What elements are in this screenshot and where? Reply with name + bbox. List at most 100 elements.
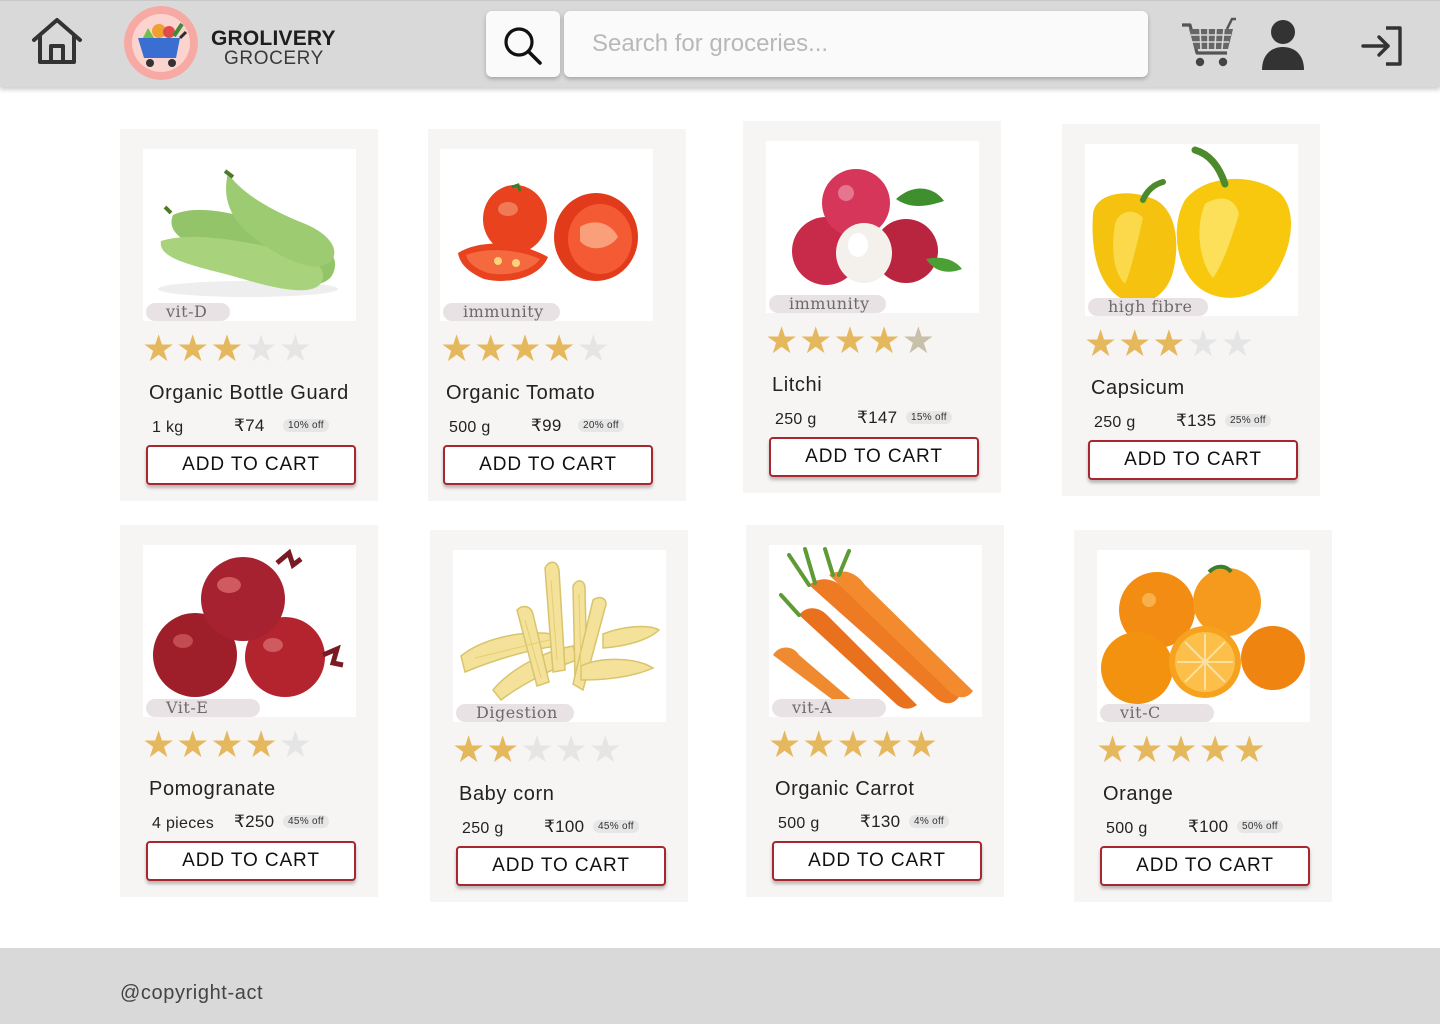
star-icon: ★	[278, 327, 312, 370]
rating-stars: ★ ★ ★ ★ ★	[768, 726, 938, 764]
rating-stars: ★ ★ ★ ★ ★	[1096, 731, 1266, 769]
home-icon	[32, 18, 82, 64]
user-account-button[interactable]	[1260, 19, 1306, 71]
add-to-cart-button[interactable]: ADD TO CART	[1088, 440, 1298, 480]
pomegranate-icon	[153, 548, 344, 697]
add-to-cart-button[interactable]: ADD TO CART	[1100, 846, 1310, 886]
star-icon: ★	[1118, 322, 1152, 365]
capsicum-icon	[1092, 146, 1292, 303]
star-icon: ★	[901, 319, 935, 362]
add-to-cart-button[interactable]: ADD TO CART	[146, 841, 356, 881]
home-button[interactable]	[28, 15, 86, 69]
star-icon: ★	[1096, 728, 1130, 771]
star-icon: ★	[836, 723, 870, 766]
bottle-gourd-icon	[158, 169, 338, 297]
star-icon: ★	[142, 327, 176, 370]
baby-corn-icon	[460, 561, 661, 702]
star-icon: ★	[904, 723, 938, 766]
product-image	[1097, 550, 1310, 722]
product-image	[143, 545, 356, 717]
rating-stars: ★ ★ ★ ★ ★	[452, 731, 622, 769]
product-tag: immunity	[443, 303, 560, 321]
cart-icon	[1182, 17, 1236, 67]
star-icon: ★	[554, 728, 588, 771]
orange-icon	[1101, 564, 1305, 704]
rating-stars: ★ ★ ★ ★ ★	[440, 330, 610, 368]
product-name: Organic Carrot	[775, 778, 915, 800]
user-icon	[1262, 20, 1304, 70]
product-name: Organic Bottle Guard	[149, 382, 349, 404]
product-card: high fibre ★ ★ ★ ★ ★ Capsicum 250 g ₹135 25%…	[1062, 124, 1320, 496]
star-icon: ★	[520, 728, 554, 771]
product-card: Vit-E ★ ★ ★ ★ ★ Pomogranate 4 pieces ₹250 45…	[120, 525, 378, 897]
product-card: vit-C ★ ★ ★ ★ ★ Orange 500 g ₹100 50% off AD…	[1074, 530, 1332, 902]
add-to-cart-button[interactable]: ADD TO CART	[443, 445, 653, 485]
add-to-cart-button[interactable]: ADD TO CART	[456, 846, 666, 886]
rating-stars: ★ ★ ★ ★ ★	[1084, 325, 1254, 363]
litchi-icon	[792, 169, 962, 285]
rating-stars: ★ ★ ★ ★ ★	[142, 330, 312, 368]
product-tag: vit-A	[772, 699, 886, 717]
star-icon: ★	[833, 319, 867, 362]
star-icon: ★	[244, 723, 278, 766]
grocery-cart-logo-icon	[124, 6, 198, 80]
cart-button[interactable]	[1180, 15, 1238, 71]
product-card: immunity ★ ★ ★ ★ ★ Litchi 250 g ₹147 15% off…	[743, 121, 1001, 493]
star-icon: ★	[1152, 322, 1186, 365]
star-icon: ★	[142, 723, 176, 766]
product-quantity: 250 g	[462, 820, 504, 837]
product-card: vit-D ★ ★ ★ ★ ★ Organic Bottle Guard 1 kg ₹7…	[120, 129, 378, 501]
carrot-icon	[773, 547, 973, 716]
product-image	[766, 141, 979, 313]
product-card: immunity ★ ★ ★ ★ ★ Organic Tomato 500 g ₹99 …	[428, 129, 686, 501]
product-image	[769, 545, 982, 717]
star-icon: ★	[1130, 728, 1164, 771]
product-name: Organic Tomato	[446, 382, 596, 404]
product-card: vit-A ★ ★ ★ ★ ★ Organic Carrot 500 g ₹130 4%…	[746, 525, 1004, 897]
discount-badge: 20% off	[578, 419, 624, 432]
product-image	[453, 550, 666, 722]
star-icon: ★	[802, 723, 836, 766]
product-name: Baby corn	[459, 783, 555, 805]
star-icon: ★	[1084, 322, 1118, 365]
star-icon: ★	[210, 723, 244, 766]
search-input[interactable]	[564, 11, 1148, 77]
star-icon: ★	[176, 723, 210, 766]
login-icon	[1361, 26, 1402, 66]
discount-badge: 25% off	[1225, 414, 1271, 427]
search-icon	[504, 27, 542, 65]
product-image	[1085, 144, 1298, 316]
add-to-cart-button[interactable]: ADD TO CART	[769, 437, 979, 477]
star-icon: ★	[1198, 728, 1232, 771]
product-tag: vit-C	[1100, 704, 1214, 722]
product-tag: high fibre	[1088, 298, 1209, 316]
star-icon: ★	[1220, 322, 1254, 365]
search-button[interactable]	[486, 11, 560, 77]
product-tag: Digestion	[456, 704, 574, 722]
star-icon: ★	[486, 728, 520, 771]
product-quantity: 250 g	[1094, 414, 1136, 431]
product-price: ₹99	[531, 416, 562, 435]
star-icon: ★	[210, 327, 244, 370]
tomato-icon	[458, 183, 638, 281]
star-icon: ★	[278, 723, 312, 766]
star-icon: ★	[588, 728, 622, 771]
star-icon: ★	[765, 319, 799, 362]
product-name: Litchi	[772, 374, 823, 396]
product-name: Orange	[1103, 783, 1174, 805]
product-price: ₹135	[1176, 411, 1217, 430]
copyright-text: @copyright-act	[120, 982, 264, 1004]
brand-logo[interactable]	[124, 6, 198, 80]
add-to-cart-button[interactable]: ADD TO CART	[146, 445, 356, 485]
star-icon: ★	[508, 327, 542, 370]
rating-stars: ★ ★ ★ ★ ★	[142, 726, 312, 764]
product-tag: vit-D	[146, 303, 230, 321]
login-button[interactable]	[1360, 25, 1406, 67]
product-quantity: 4 pieces	[152, 815, 214, 832]
star-icon: ★	[542, 327, 576, 370]
product-quantity: 500 g	[778, 815, 820, 832]
star-icon: ★	[799, 319, 833, 362]
add-to-cart-button[interactable]: ADD TO CART	[772, 841, 982, 881]
star-icon: ★	[176, 327, 210, 370]
star-icon: ★	[870, 723, 904, 766]
